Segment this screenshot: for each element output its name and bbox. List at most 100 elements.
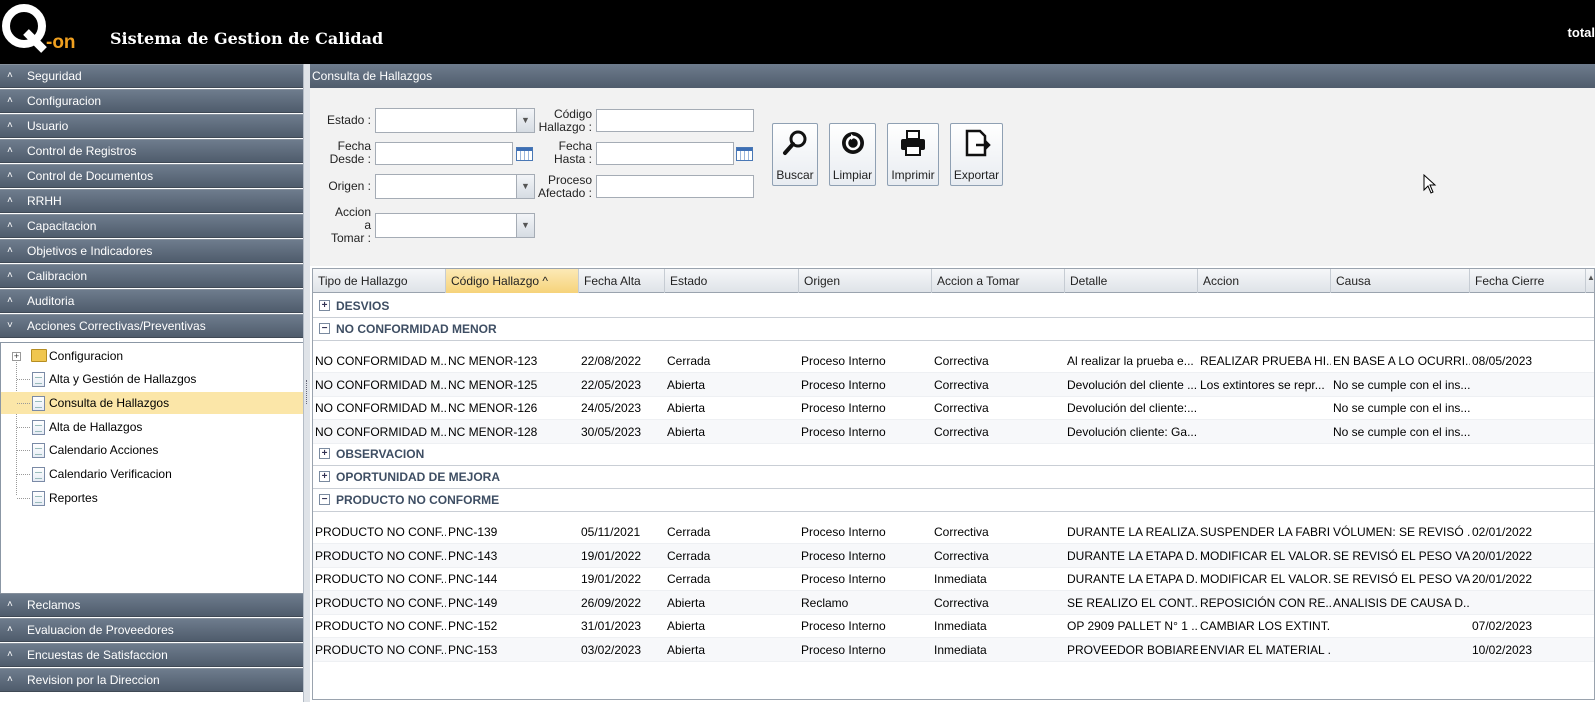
nav-rrhh[interactable]: ˄ RRHH (0, 189, 308, 213)
column-header-accion-tomar[interactable]: Accion a Tomar (932, 269, 1065, 293)
table-cell (1470, 591, 1586, 615)
tree-item-configuracion[interactable]: + Configuracion (1, 345, 307, 367)
column-header-fecha-alta[interactable]: Fecha Alta (579, 269, 665, 293)
nav-evaluacion-proveedores[interactable]: ˄ Evaluacion de Proveedores (0, 618, 308, 642)
button-label: Limpiar (832, 168, 873, 182)
chevron-up-icon: ˄ (7, 270, 13, 281)
document-icon (32, 443, 45, 458)
chevron-up-icon: ˄ (7, 95, 13, 106)
group-row[interactable]: + OPORTUNIDAD DE MEJORA (313, 465, 1594, 489)
column-header-detalle[interactable]: Detalle (1065, 269, 1198, 293)
limpiar-button[interactable]: Limpiar (829, 123, 876, 186)
table-row[interactable]: PRODUCTO NO CONF... PNC-144 19/01/2022 Cerr… (313, 567, 1594, 591)
origen-select[interactable]: ▼ (375, 174, 535, 199)
column-header-codigo[interactable]: Código Hallazgo ^ (446, 269, 579, 293)
nav-encuestas[interactable]: ˄ Encuestas de Satisfaccion (0, 643, 308, 667)
scroll-up-arrow[interactable]: ▲ (1586, 273, 1594, 287)
column-header-origen[interactable]: Origen (799, 269, 932, 293)
label-line: Accion (334, 205, 371, 219)
calendar-icon[interactable] (516, 147, 533, 161)
group-row[interactable]: − PRODUCTO NO CONFORME (313, 488, 1594, 512)
chevron-down-icon[interactable]: ▼ (516, 214, 534, 237)
estado-select[interactable]: ▼ (375, 108, 535, 133)
nav-seguridad[interactable]: ˄ Seguridad (0, 64, 308, 88)
column-header-fecha-cierre[interactable]: Fecha Cierre (1470, 269, 1586, 293)
table-cell (1331, 638, 1470, 662)
table-row[interactable]: NO CONFORMIDAD M... NC MENOR-123 22/08/202… (313, 349, 1594, 373)
expand-icon[interactable]: + (319, 471, 330, 482)
tree-item-alta-hallazgos[interactable]: Alta de Hallazgos (1, 416, 307, 438)
table-cell: 20/01/2022 (1472, 548, 1533, 563)
group-title: DESVIOS (336, 299, 390, 313)
table-cell: Proceso Interno (801, 424, 886, 439)
tree-item-consulta-hallazgos[interactable]: Consulta de Hallazgos (1, 392, 307, 414)
exportar-button[interactable]: Exportar (950, 123, 1003, 186)
panel-splitter[interactable] (303, 64, 310, 702)
accion-tomar-select[interactable]: ▼ (375, 213, 535, 238)
nav-control-documentos[interactable]: ˄ Control de Documentos (0, 164, 308, 188)
table-row[interactable]: PRODUCTO NO CONF... PNC-143 19/01/2022 Cerr… (313, 543, 1594, 568)
tree-item-calendario-acciones[interactable]: Calendario Acciones (1, 439, 307, 461)
table-row[interactable]: PRODUCTO NO CONF... PNC-149 26/09/2022 Abie… (313, 590, 1594, 615)
imprimir-button[interactable]: Imprimir (887, 123, 939, 186)
nav-control-registros[interactable]: ˄ Control de Registros (0, 139, 308, 163)
table-row[interactable]: PRODUCTO NO CONF... PNC-153 03/02/2023 Abie… (313, 637, 1594, 662)
calendar-icon[interactable] (736, 147, 753, 161)
codigo-hallazgo-input[interactable] (596, 109, 754, 132)
expand-icon[interactable]: + (12, 352, 21, 361)
table-row[interactable]: NO CONFORMIDAD M... NC MENOR-125 22/05/202… (313, 372, 1594, 397)
table-row[interactable]: PRODUCTO NO CONF... PNC-139 05/11/2021 Cerr… (313, 520, 1594, 544)
nav-auditoria[interactable]: ˄ Auditoria (0, 289, 308, 313)
origen-label: Origen : (328, 179, 371, 193)
nav-revision-direccion[interactable]: ˄ Revision por la Direccion (0, 668, 308, 692)
group-row[interactable]: + OBSERVACION (313, 442, 1594, 466)
nav-acciones-correctivas[interactable]: ˅ Acciones Correctivas/Preventivas (0, 314, 308, 338)
nav-calibracion[interactable]: ˄ Calibracion (0, 264, 308, 288)
table-cell: Correctiva (934, 595, 989, 610)
tree-item-alta-gestion[interactable]: Alta y Gestión de Hallazgos (1, 368, 307, 390)
table-row[interactable]: NO CONFORMIDAD M... NC MENOR-126 24/05/202… (313, 396, 1594, 420)
fecha-hasta-input[interactable] (596, 142, 734, 165)
table-cell: Correctiva (934, 401, 989, 415)
expand-icon[interactable]: + (319, 448, 330, 459)
label-line: Hasta : (553, 152, 592, 166)
table-cell: PNC-152 (448, 619, 498, 633)
table-cell: PNC-149 (448, 595, 498, 610)
chevron-down-icon[interactable]: ▼ (516, 109, 534, 132)
tree-item-reportes[interactable]: Reportes (1, 487, 307, 509)
group-row[interactable]: − NO CONFORMIDAD MENOR (313, 317, 1594, 341)
column-header-tipo[interactable]: Tipo de Hallazgo (313, 269, 446, 293)
group-row[interactable]: + DESVIOS (313, 294, 1594, 318)
tree-item-label: Reportes (49, 491, 98, 505)
table-cell: PRODUCTO NO CONF... (315, 595, 446, 610)
tree-item-calendario-verificacion[interactable]: Calendario Verificacion (1, 463, 307, 485)
nav-configuracion[interactable]: ˄ Configuracion (0, 89, 308, 113)
proceso-afectado-input[interactable] (596, 175, 754, 198)
nav-reclamos[interactable]: ˄ Reclamos (0, 593, 308, 617)
column-header-estado[interactable]: Estado (665, 269, 799, 293)
table-cell: Proceso Interno (801, 572, 886, 586)
filter-panel: Estado : ▼ Código Hallazgo : Fecha Desde :… (310, 88, 1595, 266)
fecha-desde-input[interactable] (375, 142, 513, 165)
nav-capacitacion[interactable]: ˄ Capacitacion (0, 214, 308, 238)
buscar-button[interactable]: Buscar (772, 123, 818, 186)
table-cell: NC MENOR-123 (448, 354, 538, 368)
table-cell: NO CONFORMIDAD M... (315, 377, 446, 392)
table-cell: NC MENOR-128 (448, 424, 538, 439)
table-row[interactable]: PRODUCTO NO CONF... PNC-152 31/01/2023 Abie… (313, 614, 1594, 638)
table-row[interactable]: NO CONFORMIDAD M... NC MENOR-128 30/05/202… (313, 419, 1594, 444)
table-cell: Inmediata (934, 642, 987, 657)
nav-objetivos[interactable]: ˄ Objetivos e Indicadores (0, 239, 308, 263)
chevron-up-icon: ˄ (7, 170, 13, 181)
nav-usuario[interactable]: ˄ Usuario (0, 114, 308, 138)
chevron-down-icon[interactable]: ▼ (516, 175, 534, 198)
user-name[interactable]: total (1568, 25, 1595, 40)
column-header-causa[interactable]: Causa (1331, 269, 1470, 293)
column-header-accion[interactable]: Accion (1198, 269, 1331, 293)
collapse-icon[interactable]: − (319, 494, 330, 505)
splitter-grip[interactable] (306, 380, 308, 404)
expand-icon[interactable]: + (319, 300, 330, 311)
table-cell: Correctiva (934, 377, 989, 392)
group-title: OPORTUNIDAD DE MEJORA (336, 470, 501, 484)
collapse-icon[interactable]: − (319, 323, 330, 334)
